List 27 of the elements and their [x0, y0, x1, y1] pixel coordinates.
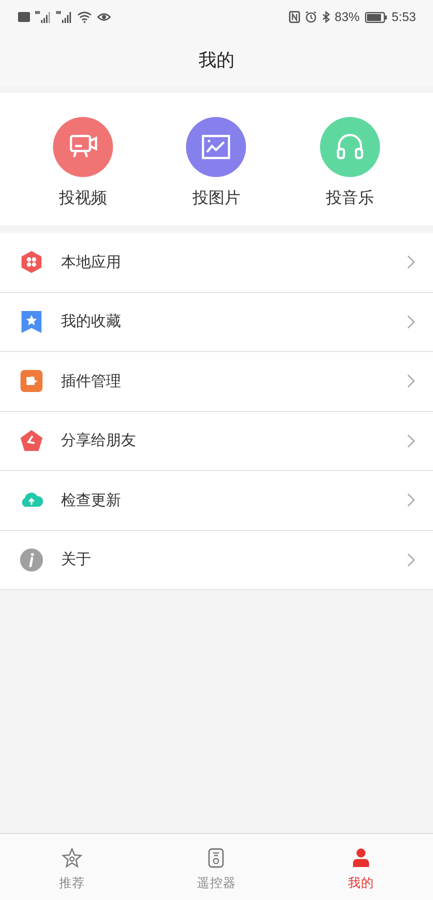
wifi-icon — [77, 11, 92, 23]
battery-percentage: 83% — [334, 10, 360, 24]
signal-icon — [56, 11, 72, 23]
info-icon — [19, 548, 44, 572]
chevron-right-icon — [407, 314, 415, 329]
nfc-icon — [288, 11, 300, 23]
share-icon — [19, 428, 44, 453]
apps-icon — [19, 250, 44, 274]
chevron-right-icon — [407, 552, 415, 567]
signal-icon — [35, 11, 51, 23]
chevron-right-icon — [407, 434, 415, 448]
battery-icon — [364, 12, 387, 22]
alarm-icon — [304, 11, 317, 23]
clock-time: 5:53 — [392, 10, 416, 24]
chevron-right-icon — [407, 255, 415, 270]
bluetooth-icon — [322, 11, 330, 23]
quick-action-button[interactable]: 投视频 — [32, 117, 133, 209]
star-icon — [61, 846, 84, 868]
chevron-right-icon — [407, 374, 415, 388]
puzzle-icon — [19, 369, 44, 394]
quick-action-button[interactable]: 投图片 — [166, 117, 266, 209]
tab-bar-item[interactable]: 我的 — [288, 834, 433, 900]
chevron-right-icon — [407, 493, 415, 508]
quick-action-button[interactable]: 投音乐 — [300, 117, 400, 209]
page-title: 我的 — [198, 49, 234, 72]
bookmark-star-icon — [19, 310, 44, 334]
eye-icon — [97, 11, 111, 23]
